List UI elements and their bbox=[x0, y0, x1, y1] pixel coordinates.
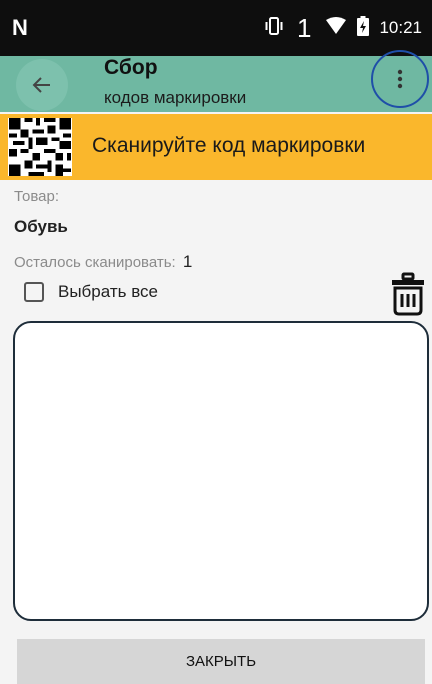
status-icons: 1 10:21 bbox=[263, 13, 422, 44]
select-all-checkbox[interactable] bbox=[24, 282, 44, 302]
page-title: Сбор bbox=[104, 56, 158, 79]
scan-prompt: Сканируйте код маркировки bbox=[92, 134, 366, 157]
status-bar: N 1 10:21 bbox=[0, 0, 432, 56]
select-all-label[interactable]: Выбрать все bbox=[58, 282, 158, 302]
delete-button[interactable] bbox=[388, 272, 428, 316]
more-menu-button[interactable] bbox=[371, 50, 429, 108]
battery-icon bbox=[357, 15, 370, 41]
n-logo-icon: N bbox=[12, 15, 28, 40]
select-all-row[interactable]: Выбрать все bbox=[24, 282, 158, 302]
page-subtitle: кодов маркировки bbox=[104, 88, 247, 107]
remaining-label: Осталось сканировать: bbox=[14, 254, 176, 271]
vibrate-icon bbox=[263, 16, 285, 41]
status-time: 10:21 bbox=[379, 18, 422, 37]
close-button[interactable]: ЗАКРЫТЬ bbox=[17, 639, 425, 684]
sim-slot-indicator: 1 bbox=[296, 12, 312, 43]
remaining-row: Осталось сканировать: 1 bbox=[14, 252, 192, 272]
wifi-icon bbox=[325, 16, 347, 40]
trash-icon bbox=[392, 272, 424, 316]
back-button[interactable] bbox=[16, 59, 68, 111]
scan-banner: Сканируйте код маркировки bbox=[0, 114, 432, 180]
arrow-back-icon bbox=[32, 77, 50, 93]
scanned-codes-list[interactable] bbox=[13, 321, 429, 621]
qr-code-icon bbox=[8, 118, 72, 176]
app-bar: Сбор кодов маркировки bbox=[0, 50, 432, 112]
more-vert-icon bbox=[397, 69, 403, 89]
product-value: Обувь bbox=[14, 217, 68, 236]
remaining-count: 1 bbox=[182, 252, 193, 271]
product-label: Товар: bbox=[14, 188, 59, 205]
